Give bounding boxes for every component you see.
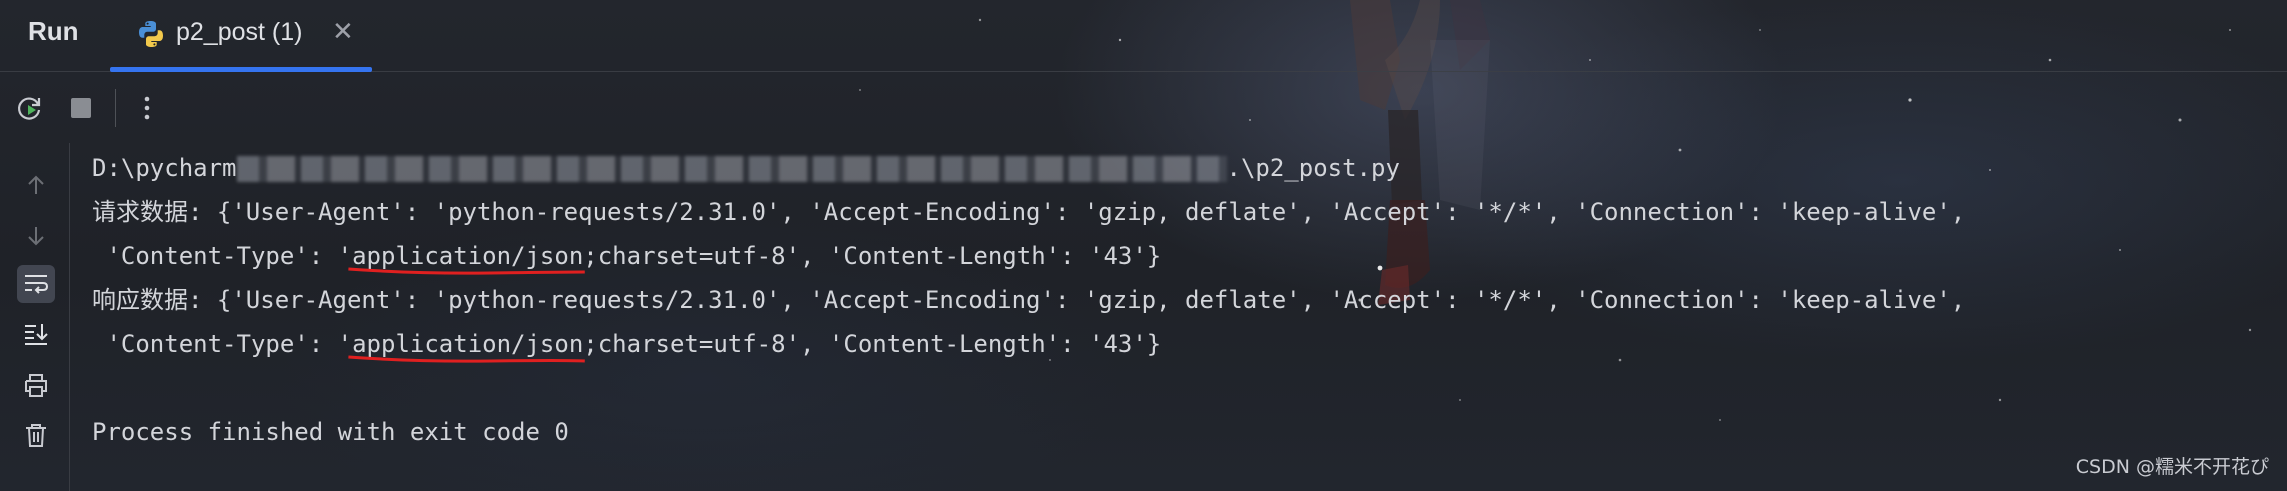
tab-label: p2_post (1) xyxy=(176,18,303,46)
rerun-button[interactable] xyxy=(12,91,46,125)
next-occurrence-button[interactable] xyxy=(17,217,55,255)
soft-wrap-button[interactable] xyxy=(17,265,55,303)
soft-wrap-icon xyxy=(25,275,49,294)
content-type-key: 'Content-Type': ' xyxy=(92,330,353,358)
console-line-path: D:\pycharm .\p2_post.py xyxy=(92,146,1400,190)
trash-icon xyxy=(26,424,46,447)
more-options-button[interactable] xyxy=(130,91,164,125)
red-underline-annotation xyxy=(346,354,587,364)
response-headers-text: 响应数据: {'User-Agent': 'python-requests/2.… xyxy=(92,286,1966,314)
highlighted-content-type: application/json xyxy=(352,322,583,366)
tab-bar: Run p2_post (1) ✕ xyxy=(0,0,2287,72)
active-tab-indicator xyxy=(110,67,372,72)
script-path-prefix: D:\pycharm xyxy=(92,154,237,182)
scroll-to-end-button[interactable] xyxy=(17,315,55,353)
console-gutter xyxy=(0,143,70,491)
run-tool-window: Run p2_post (1) ✕ D:\pycharm .\p2_post.p… xyxy=(0,0,2287,491)
redacted-path xyxy=(236,156,1227,182)
stop-button[interactable] xyxy=(64,91,98,125)
console-line-response-continued: 'Content-Type': 'application/json ;charse… xyxy=(92,322,1161,366)
console-line-response: 响应数据: {'User-Agent': 'python-requests/2.… xyxy=(92,278,1965,322)
panel-title: Run xyxy=(28,16,79,46)
console-output[interactable]: D:\pycharm .\p2_post.py 请求数据: {'User-Agen… xyxy=(92,146,2272,491)
console-line-request: 请求数据: {'User-Agent': 'python-requests/2.… xyxy=(92,190,1965,234)
red-underline-annotation xyxy=(346,266,587,276)
scroll-to-end-icon xyxy=(25,324,48,345)
clear-all-button[interactable] xyxy=(17,416,55,454)
more-icon xyxy=(144,96,150,120)
print-button[interactable] xyxy=(17,366,55,404)
request-headers-text: 请求数据: {'User-Agent': 'python-requests/2.… xyxy=(92,198,1966,226)
python-icon xyxy=(139,21,163,47)
toolbar-separator xyxy=(115,89,116,127)
previous-occurrence-button[interactable] xyxy=(17,166,55,204)
content-length-text: ;charset=utf-8', 'Content-Length': '43'} xyxy=(583,330,1162,358)
script-path-suffix: .\p2_post.py xyxy=(1226,154,1400,182)
highlighted-content-type: application/json xyxy=(352,234,583,278)
down-arrow-icon xyxy=(28,227,44,246)
content-length-text: ;charset=utf-8', 'Content-Length': '43'} xyxy=(583,242,1162,270)
print-icon xyxy=(25,374,47,397)
exit-code-text: Process finished with exit code 0 xyxy=(92,418,569,446)
close-icon[interactable]: ✕ xyxy=(332,16,354,47)
up-arrow-icon xyxy=(28,175,44,194)
rerun-icon xyxy=(18,97,41,120)
stop-icon xyxy=(71,98,91,118)
run-toolbar xyxy=(0,73,2287,143)
console-line-request-continued: 'Content-Type': 'application/json ;charse… xyxy=(92,234,1161,278)
tab-p2-post[interactable]: p2_post (1) ✕ xyxy=(110,0,372,72)
csdn-watermark: CSDN @糯米不开花ぴ xyxy=(2075,456,2269,478)
console-line-exit: Process finished with exit code 0 xyxy=(92,410,569,454)
content-type-key: 'Content-Type': ' xyxy=(92,242,353,270)
